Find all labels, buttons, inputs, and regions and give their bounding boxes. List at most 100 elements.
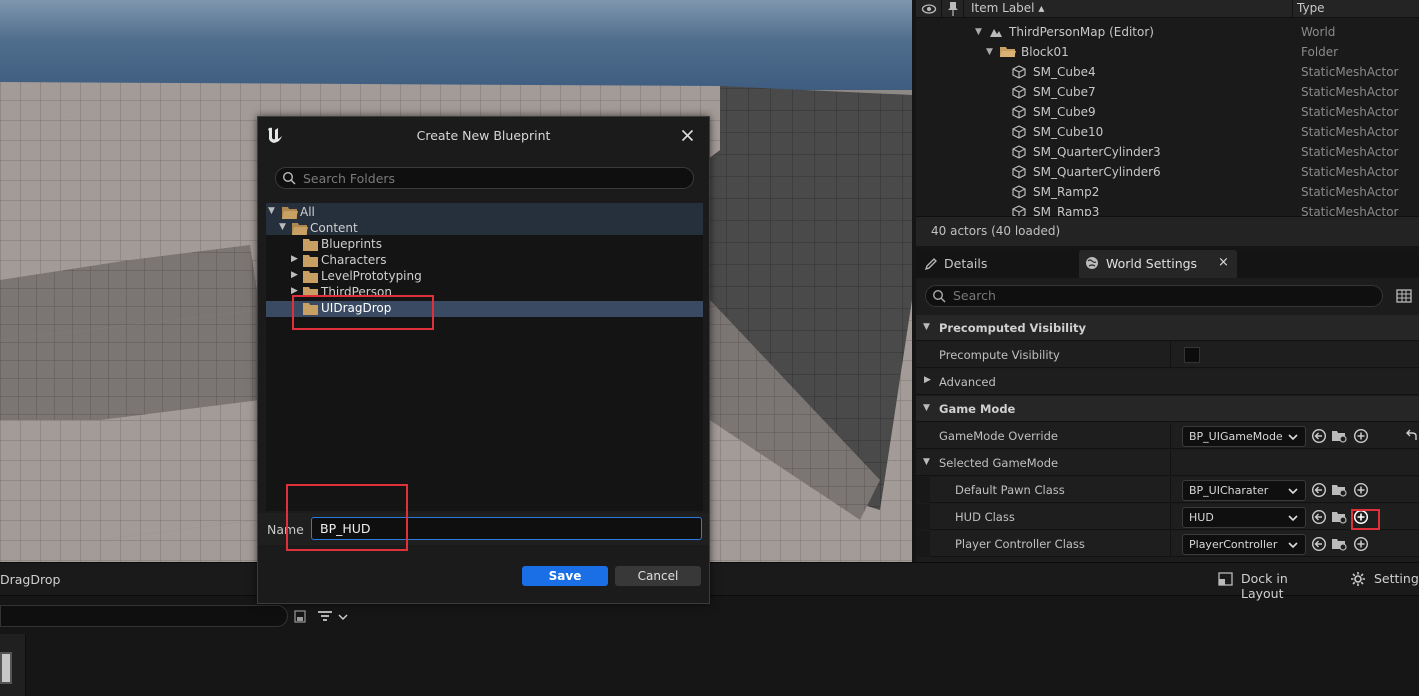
outliner-row-actor[interactable]: SM_Cube7 StaticMeshActor (916, 82, 1419, 102)
details-search-input[interactable]: Search (925, 285, 1383, 307)
eye-icon[interactable] (921, 2, 937, 16)
expand-arrow-icon[interactable]: ▼ (279, 222, 286, 232)
details-search-placeholder: Search (953, 288, 996, 303)
use-selected-arrow-icon[interactable] (1311, 509, 1327, 525)
static-mesh-icon (1012, 125, 1026, 139)
reset-arrow-icon[interactable] (1404, 428, 1419, 444)
expand-arrow-icon[interactable]: ▼ (986, 47, 993, 57)
gear-icon (1351, 572, 1365, 586)
pencil-icon (924, 258, 937, 271)
add-new-icon[interactable] (1353, 536, 1369, 552)
tree-item-thirdperson[interactable]: ▶ ThirdPerson (266, 285, 702, 295)
dock-in-layout-button[interactable]: Dock in Layout (1214, 569, 1334, 601)
map-icon (990, 29, 1002, 37)
asset-thumbnail[interactable] (0, 652, 12, 684)
outliner-item-label: SM_Ramp3 (1033, 205, 1100, 216)
outliner-row-folder[interactable]: ▼ Block01 Folder (916, 42, 1419, 62)
expand-arrow-icon[interactable]: ▶ (291, 286, 298, 295)
category-game-mode[interactable]: ▼ Game Mode (916, 396, 1419, 422)
highlight-hud-add-button (1351, 509, 1380, 530)
dialog-titlebar[interactable]: Create New Blueprint (258, 117, 709, 153)
category-advanced[interactable]: ▶ Advanced (916, 369, 1419, 395)
outliner-row-actor[interactable]: SM_Cube9 StaticMeshActor (916, 102, 1419, 122)
column-item-label[interactable]: Item Label ▴ (971, 1, 1044, 15)
category-selected-gamemode[interactable]: ▼ Selected GameMode (916, 450, 1419, 476)
expand-arrow-icon[interactable]: ▶ (291, 254, 298, 264)
table-view-icon[interactable] (1396, 288, 1412, 304)
hud-class-dropdown[interactable]: HUD (1182, 507, 1306, 528)
outliner-item-label: SM_Cube9 (1033, 105, 1096, 119)
expand-arrow-icon[interactable]: ▼ (923, 457, 930, 467)
outliner-item-type: StaticMeshActor (1301, 125, 1399, 139)
outliner-row-actor[interactable]: SM_QuarterCylinder6 StaticMeshActor (916, 162, 1419, 182)
expand-arrow-icon[interactable]: ▼ (923, 403, 930, 413)
expand-arrow-icon[interactable]: ▼ (268, 206, 275, 216)
outliner-row-actor[interactable]: SM_Ramp2 StaticMeshActor (916, 182, 1419, 202)
outliner-row-world[interactable]: ▼ ThirdPersonMap (Editor) World (916, 22, 1419, 42)
close-tab-icon[interactable]: × (1218, 255, 1229, 270)
content-browser-tab-label[interactable]: DragDrop (0, 572, 60, 587)
add-new-icon[interactable] (1353, 482, 1369, 498)
globe-icon (1086, 257, 1098, 269)
add-new-icon[interactable] (1353, 428, 1369, 444)
outliner-item-type: StaticMeshActor (1301, 65, 1399, 79)
save-button[interactable]: Save (522, 566, 608, 586)
expand-arrow-icon[interactable]: ▼ (975, 27, 982, 37)
property-label: Default Pawn Class (955, 483, 1065, 497)
folder-icon (303, 287, 318, 295)
outliner-item-type: StaticMeshActor (1301, 145, 1399, 159)
pin-icon[interactable] (947, 1, 959, 17)
search-folders-input[interactable]: Search Folders (275, 167, 694, 189)
property-label: Player Controller Class (955, 537, 1085, 551)
property-hud-class: HUD Class HUD (916, 504, 1419, 530)
expand-arrow-icon[interactable]: ▶ (924, 375, 931, 385)
chevron-down-icon (1288, 434, 1298, 441)
static-mesh-icon (1012, 65, 1026, 79)
browse-folder-icon[interactable] (1331, 482, 1347, 498)
static-mesh-icon (1012, 205, 1026, 216)
expand-arrow-icon[interactable]: ▶ (291, 270, 298, 280)
outliner-row-actor[interactable]: SM_QuarterCylinder3 StaticMeshActor (916, 142, 1419, 162)
browse-folder-icon[interactable] (1331, 428, 1347, 444)
gamemode-override-dropdown[interactable]: BP_UIGameMode (1182, 426, 1306, 447)
property-gamemode-override: GameMode Override BP_UIGameMode (916, 423, 1419, 449)
tree-item-levelprototyping[interactable]: ▶ LevelPrototyping (266, 269, 702, 285)
tree-item-label: Blueprints (321, 237, 383, 251)
property-player-controller-class: Player Controller Class PlayerController (916, 531, 1419, 557)
tree-item-characters[interactable]: ▶ Characters (266, 253, 702, 269)
outliner-item-label: SM_Ramp2 (1033, 185, 1100, 199)
default-pawn-dropdown[interactable]: BP_UICharater (1182, 480, 1306, 501)
outliner-row-actor[interactable]: SM_Ramp3 StaticMeshActor (916, 202, 1419, 216)
tree-item-blueprints[interactable]: Blueprints (266, 237, 702, 253)
settings-button[interactable]: Settings (1348, 569, 1419, 589)
browse-folder-icon[interactable] (1331, 509, 1347, 525)
outliner-row-actor[interactable]: SM_Cube10 StaticMeshActor (916, 122, 1419, 142)
use-selected-arrow-icon[interactable] (1311, 428, 1327, 444)
cancel-button[interactable]: Cancel (615, 566, 701, 586)
browse-folder-icon[interactable] (1331, 536, 1347, 552)
world-outliner: Item Label ▴ Type ▼ ThirdPersonMap (Edit… (916, 0, 1419, 246)
category-precomputed-visibility[interactable]: ▼ Precomputed Visibility (916, 315, 1419, 341)
outliner-item-label: SM_QuarterCylinder6 (1033, 165, 1161, 179)
tab-details[interactable]: Details (916, 250, 1076, 278)
precompute-visibility-checkbox[interactable] (1184, 347, 1200, 363)
save-icon[interactable] (294, 610, 306, 623)
close-icon[interactable] (681, 129, 694, 142)
outliner-status-bar: 40 actors (40 loaded) (916, 216, 1419, 246)
use-selected-arrow-icon[interactable] (1311, 536, 1327, 552)
dropdown-value: BP_UIGameMode (1189, 430, 1283, 443)
filter-icon[interactable] (317, 610, 351, 624)
outliner-item-type: StaticMeshActor (1301, 165, 1399, 179)
player-controller-dropdown[interactable]: PlayerController (1182, 534, 1306, 555)
static-mesh-icon (1012, 165, 1026, 179)
tree-item-label: Content (310, 221, 358, 235)
tree-item-all[interactable]: ▼ All (266, 205, 702, 221)
expand-arrow-icon[interactable]: ▼ (923, 322, 930, 332)
column-type[interactable]: Type (1297, 1, 1325, 15)
tree-item-content[interactable]: ▼ Content (266, 221, 702, 237)
outliner-item-label: SM_Cube7 (1033, 85, 1096, 99)
use-selected-arrow-icon[interactable] (1311, 482, 1327, 498)
outliner-row-actor[interactable]: SM_Cube4 StaticMeshActor (916, 62, 1419, 82)
content-search-input[interactable] (0, 605, 288, 627)
tab-world-settings[interactable]: World Settings × (1079, 250, 1237, 278)
